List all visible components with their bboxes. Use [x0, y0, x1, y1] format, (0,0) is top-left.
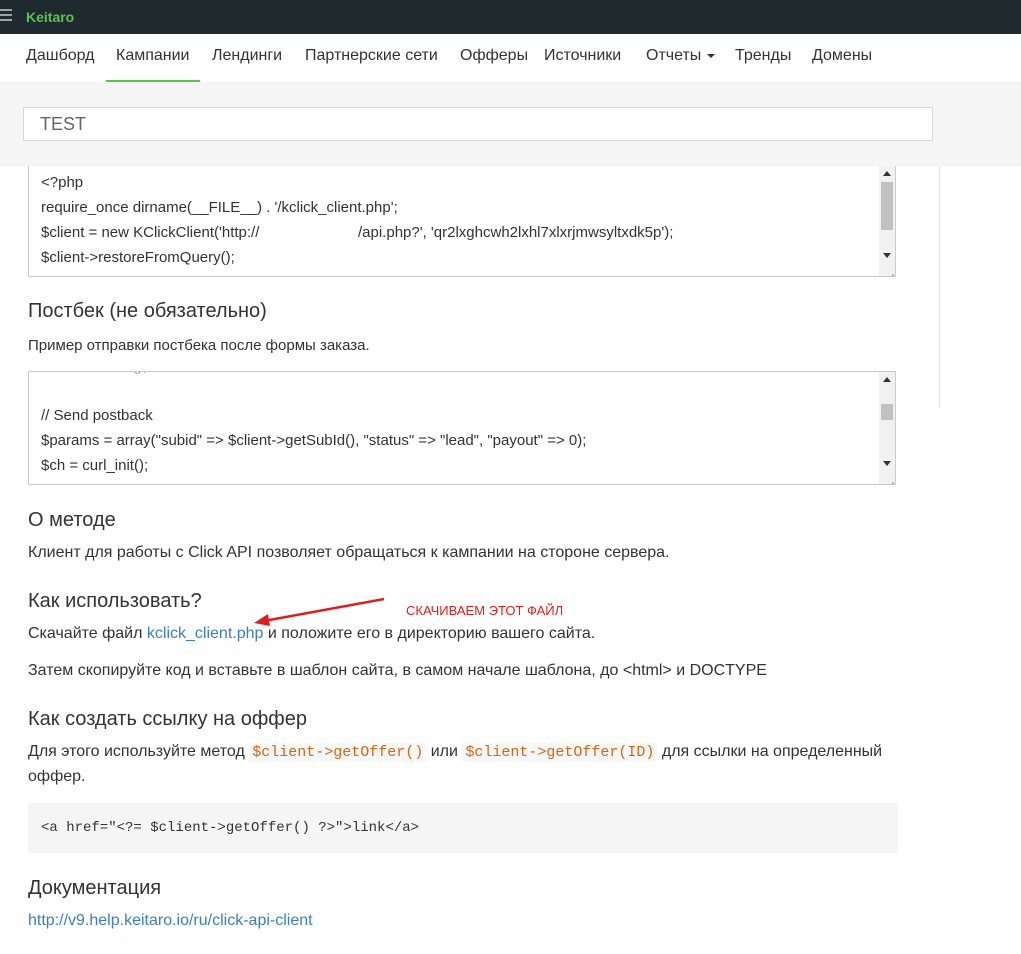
- code-line-partial: ();: [41, 372, 147, 375]
- offer-title: Как создать ссылку на оффер: [28, 708, 308, 730]
- nav-item-reports-dropdown[interactable]: Отчеты: [646, 34, 716, 80]
- nav-item-campaigns[interactable]: Кампании: [106, 34, 200, 82]
- campaign-name-input[interactable]: [23, 107, 933, 141]
- brand-logo[interactable]: Keitaro: [26, 9, 74, 25]
- offer-text-prefix: Для этого используйте метод: [28, 743, 245, 760]
- offer-text-or: или: [430, 743, 458, 760]
- nav-item-sources[interactable]: Источники: [544, 34, 621, 80]
- offer-text-suffix: для ссылки на определенный: [661, 743, 883, 760]
- nav-item-dashboard[interactable]: Дашборд: [26, 34, 95, 80]
- php-code-textarea[interactable]: <?php require_once dirname(__FILE__) . '…: [28, 166, 896, 277]
- nav-item-affiliate-networks[interactable]: Партнерские сети: [305, 34, 438, 80]
- postback-title: Постбек (не обязательно): [28, 300, 267, 322]
- annotation-label: СКАЧИВАЕМ ЭТОТ ФАЙЛ: [406, 603, 564, 618]
- code-line: $client->restoreFromQuery();: [41, 249, 235, 266]
- code-line: <?php: [41, 174, 84, 191]
- kclick-client-download-link[interactable]: kclick_client.php: [147, 625, 264, 642]
- how-title: Как использовать?: [28, 590, 202, 612]
- resize-handle-icon[interactable]: [882, 473, 894, 484]
- annotation-arrow-icon: [254, 597, 385, 626]
- nav-item-landings[interactable]: Лендинги: [212, 34, 282, 80]
- method-code: $client->getOffer(): [249, 743, 427, 762]
- docs-link-row: http://v9.help.keitaro.io/ru/click-api-c…: [28, 912, 313, 930]
- top-bar: Keitaro: [0, 0, 1021, 34]
- download-prefix: Скачайте файл: [28, 625, 143, 642]
- method-code: $client->getOffer(ID): [462, 743, 658, 762]
- about-title: О методе: [28, 509, 116, 531]
- nav-item-offers[interactable]: Офферы: [460, 34, 528, 80]
- code-line: require_once dirname(__FILE__) . '/kclic…: [41, 199, 398, 216]
- postback-code-textarea[interactable]: (); // Send postback $params = array("su…: [28, 371, 896, 485]
- scroll-up-icon[interactable]: [883, 377, 891, 382]
- scroll-down-icon[interactable]: [883, 461, 891, 466]
- content-divider: [939, 166, 940, 407]
- code-line: $ch = curl_init();: [41, 457, 149, 474]
- documentation-link[interactable]: http://v9.help.keitaro.io/ru/click-api-c…: [28, 912, 313, 929]
- resize-handle-icon[interactable]: [882, 265, 894, 276]
- textarea-scrollbar[interactable]: [879, 372, 895, 484]
- textarea-scrollbar[interactable]: [879, 166, 895, 276]
- scroll-thumb[interactable]: [881, 404, 893, 420]
- postback-description: Пример отправки постбека после формы зак…: [28, 337, 370, 354]
- scroll-down-icon[interactable]: [883, 253, 891, 258]
- scroll-up-icon[interactable]: [883, 171, 891, 176]
- nav-item-trends[interactable]: Тренды: [735, 34, 791, 80]
- code-line: // Send postback: [41, 407, 153, 424]
- caret-down-icon: [707, 53, 716, 58]
- hamburger-menu-icon[interactable]: [0, 9, 12, 23]
- nav-item-domains[interactable]: Домены: [812, 34, 872, 80]
- main-nav: Дашборд Кампании Лендинги Партнерские се…: [0, 34, 1021, 83]
- code-line: /api.php?', 'qr2lxghcwh2lxhl7xlxrjmwsylt…: [358, 224, 674, 241]
- code-example-block: <a href="<?= $client->getOffer() ?>">lin…: [28, 803, 898, 853]
- offer-text-line2: оффер.: [28, 768, 86, 785]
- code-example: <a href="<?= $client->getOffer() ?>">lin…: [41, 820, 420, 836]
- offer-text: Для этого используйте метод $client->get…: [28, 743, 883, 762]
- code-line: $params = array("subid" => $client->getS…: [41, 432, 587, 449]
- scroll-thumb[interactable]: [881, 182, 893, 230]
- about-text: Клиент для работы с Click API позволяет …: [28, 544, 670, 561]
- nav-item-reports-label: Отчеты: [646, 47, 702, 64]
- code-line: $client = new KClickClient('http://: [41, 224, 260, 241]
- copy-instruction: Затем скопируйте код и вставьте в шаблон…: [28, 662, 767, 679]
- docs-title: Документация: [28, 877, 162, 899]
